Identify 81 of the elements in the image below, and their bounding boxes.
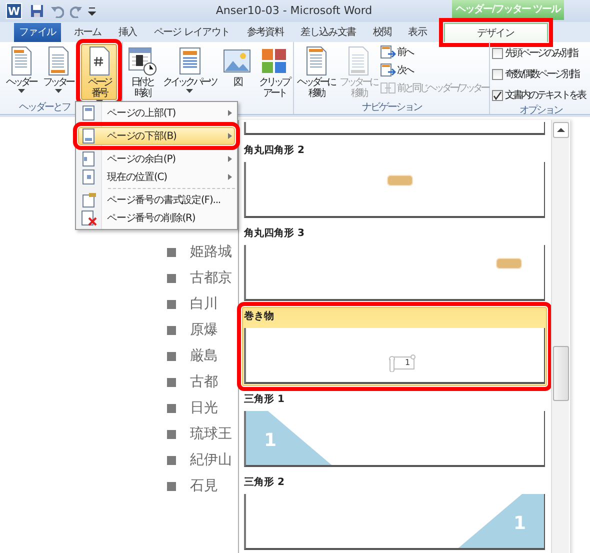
group-label: オプション: [518, 104, 564, 117]
page-number: 1: [264, 431, 277, 451]
scrollbar[interactable]: [551, 120, 569, 553]
list-item-text: 姫路城: [190, 242, 232, 262]
link-icon: [380, 80, 396, 96]
contextual-tab-group: ヘッダー/フッター ツール: [452, 0, 564, 20]
cursor-position-icon: [81, 169, 97, 185]
ribbon-tab[interactable]: ホーム: [66, 23, 110, 42]
ribbon-button[interactable]: 前へ: [380, 44, 488, 60]
ribbon-button[interactable]: クリップ アート: [256, 44, 292, 100]
customize-caret-icon[interactable]: [88, 5, 96, 17]
bullet-icon: [167, 456, 176, 464]
page-top-icon: [81, 105, 97, 121]
scroll-up-button[interactable]: [553, 122, 569, 138]
previous-section-icon: [380, 44, 396, 60]
menu-item[interactable]: ページ番号の書式設定(F)...: [78, 191, 235, 209]
ribbon-button[interactable]: 日付と 時刻: [124, 44, 160, 100]
page-number: 1: [405, 358, 410, 367]
bullet-icon: [167, 482, 176, 490]
save-icon[interactable]: [30, 4, 44, 18]
menu-item[interactable]: ページの上部(T): [78, 104, 235, 122]
ribbon-tab[interactable]: 挿入: [110, 23, 145, 42]
file-tab[interactable]: ファイル: [14, 23, 61, 42]
ribbon-button[interactable]: クイック パーツ: [161, 44, 218, 100]
menu-item[interactable]: ページ番号の削除(R): [78, 209, 235, 227]
page-number-shape-icon: [496, 258, 522, 269]
menu-item[interactable]: ページの余白(P): [78, 150, 235, 168]
page-bottom-icon: [81, 128, 97, 144]
bullet-icon: [167, 326, 176, 334]
list-item-text: 原爆: [190, 320, 218, 340]
scrollbar-thumb[interactable]: [553, 346, 569, 401]
list-item-text: 石見: [190, 476, 218, 496]
ribbon-tab[interactable]: 参考資料: [238, 23, 292, 42]
bullet-icon: [167, 404, 176, 412]
ribbon-button[interactable]: 図: [219, 44, 256, 100]
bullet-icon: [167, 430, 176, 438]
bullet-icon: [167, 248, 176, 256]
undo-icon[interactable]: [50, 4, 64, 18]
checkbox[interactable]: [492, 48, 504, 59]
ribbon-tab[interactable]: ページ レイアウト: [146, 23, 238, 42]
bullet-icon: [167, 378, 176, 386]
window-title: Anser10-03 - Microsoft Word: [214, 2, 374, 19]
group-label: ナビゲーション: [360, 101, 423, 114]
list-item-text: 琉球王: [190, 424, 232, 444]
checkbox-label: 先頭ページのみ別指: [505, 46, 578, 61]
check-icon: [493, 91, 502, 100]
checkbox-label: 文書内のテキストを表: [505, 88, 586, 103]
triangle-shape-icon: [246, 411, 334, 465]
list-item-text: 古都: [190, 372, 218, 392]
page-number: 1: [513, 514, 526, 534]
page-margin-icon: [81, 151, 97, 167]
list-item-text: 紀伊山: [190, 450, 232, 470]
ribbon-tab[interactable]: 差し込み文書: [292, 23, 364, 42]
ribbon-button[interactable]: フッター: [40, 44, 76, 100]
checkbox-label: 奇数/偶数ページ別指: [505, 68, 578, 82]
menu-item[interactable]: 現在の位置(C): [78, 168, 235, 186]
group-label: ヘッダーとフ: [19, 101, 70, 114]
ribbon-tab[interactable]: 校閲: [364, 23, 400, 42]
checkbox[interactable]: [492, 90, 504, 101]
gallery-item[interactable]: [242, 120, 547, 137]
bullet-icon: [167, 300, 176, 308]
app-icon: W: [6, 3, 22, 19]
next-section-icon: [380, 62, 396, 78]
ribbon-button[interactable]: 次へ: [380, 62, 488, 78]
page-number-shape-icon: [387, 175, 413, 186]
delete-page-icon: [81, 210, 97, 226]
ribbon-button[interactable]: ヘッダー: [3, 44, 39, 100]
ribbon-tab[interactable]: 表示: [400, 23, 435, 42]
bullet-icon: [167, 352, 176, 360]
triangle-shape-icon: [456, 494, 544, 548]
list-item-text: 白川: [190, 294, 218, 314]
checkbox[interactable]: [492, 69, 504, 80]
list-item-text: 日光: [190, 398, 218, 418]
bullet-icon: [167, 274, 176, 282]
ribbon-button[interactable]: ヘッダーに 移動: [295, 44, 337, 100]
redo-icon[interactable]: [70, 4, 82, 18]
list-item-text: 厳島: [190, 346, 218, 366]
format-page-icon: [81, 192, 97, 208]
list-item-text: 古都京: [190, 268, 232, 288]
calendar-clock-icon: [126, 45, 158, 77]
scroll-shape-icon: [388, 354, 416, 372]
